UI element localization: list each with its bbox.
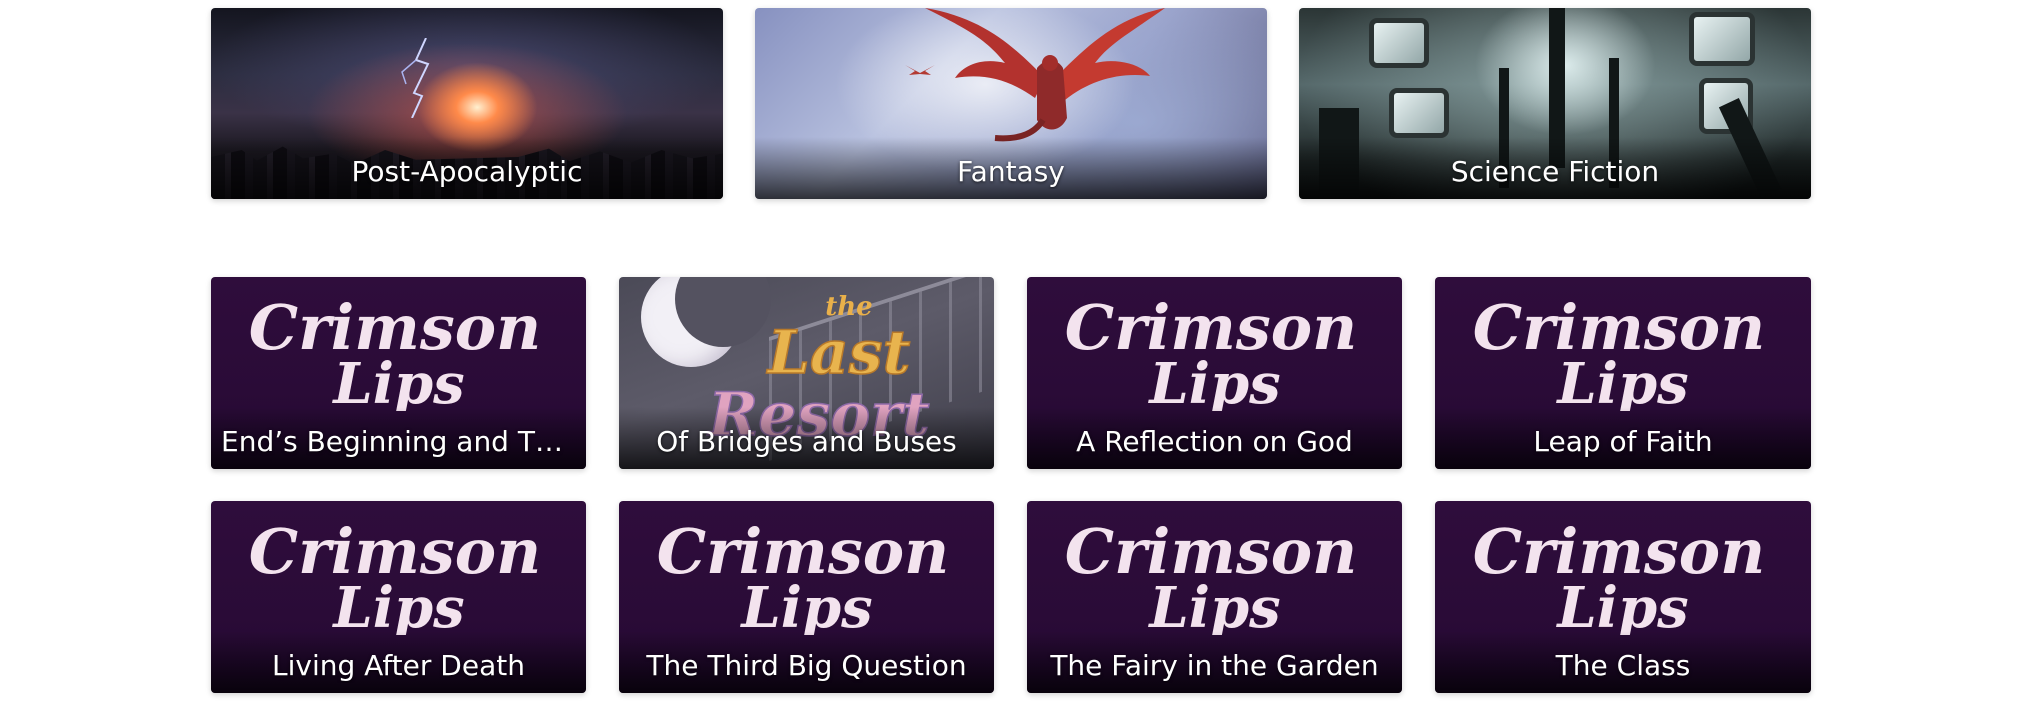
story-card[interactable]: Crimson Lips The Fairy in the Garden <box>1027 501 1402 693</box>
story-card[interactable]: Crimson Lips The Class <box>1435 501 1811 693</box>
dragon-illustration <box>925 8 1165 142</box>
svg-text:Lips: Lips <box>739 575 872 635</box>
genre-label: Post-Apocalyptic <box>351 155 583 188</box>
small-dragon-icon <box>905 65 935 75</box>
genre-card-post-apocalyptic[interactable]: Post-Apocalyptic <box>211 8 723 199</box>
story-title: The Third Big Question <box>646 649 967 682</box>
crimson-lips-logo: Crimson Lips <box>1473 291 1766 411</box>
story-title: The Class <box>1555 649 1691 682</box>
genre-label: Science Fiction <box>1450 155 1660 188</box>
crimson-lips-logo: Crimson Lips <box>1473 515 1766 635</box>
window-shape <box>1369 18 1429 68</box>
crimson-lips-logo: Crimson Lips <box>1065 291 1358 411</box>
crimson-lips-logo: Crimson Lips <box>1065 515 1358 635</box>
svg-text:Lips: Lips <box>1147 351 1280 411</box>
genre-card-fantasy[interactable]: Fantasy <box>755 8 1267 199</box>
story-title: Leap of Faith <box>1533 425 1713 458</box>
window-shape <box>1689 12 1755 66</box>
svg-text:Lips: Lips <box>1555 351 1688 411</box>
story-card[interactable]: Crimson Lips A Reflection on God <box>1027 277 1402 469</box>
crimson-lips-logo: Crimson Lips <box>657 515 950 635</box>
genre-label: Fantasy <box>957 155 1065 188</box>
story-title: A Reflection on God <box>1076 425 1353 458</box>
story-title: Living After Death <box>272 649 525 682</box>
story-card[interactable]: the Last Resort Of Bridges and Buses <box>619 277 994 469</box>
lightning-icon <box>401 38 430 118</box>
crimson-lips-logo: Crimson Lips <box>249 515 542 635</box>
story-card[interactable]: Crimson Lips Living After Death <box>211 501 586 693</box>
story-title: End’s Beginning and The C... <box>221 425 576 458</box>
svg-text:Lips: Lips <box>1555 575 1688 635</box>
story-card[interactable]: Crimson Lips End’s Beginning and The C..… <box>211 277 586 469</box>
svg-text:Lips: Lips <box>331 575 464 635</box>
svg-text:Last: Last <box>766 318 911 388</box>
story-card[interactable]: Crimson Lips Leap of Faith <box>1435 277 1811 469</box>
svg-text:Lips: Lips <box>1147 575 1280 635</box>
story-title: Of Bridges and Buses <box>656 425 957 458</box>
svg-text:Lips: Lips <box>331 351 464 411</box>
window-shape <box>1389 88 1449 138</box>
crimson-lips-logo: Crimson Lips <box>249 291 542 411</box>
story-card[interactable]: Crimson Lips The Third Big Question <box>619 501 994 693</box>
genre-card-science-fiction[interactable]: Science Fiction <box>1299 8 1811 199</box>
story-title: The Fairy in the Garden <box>1050 649 1379 682</box>
